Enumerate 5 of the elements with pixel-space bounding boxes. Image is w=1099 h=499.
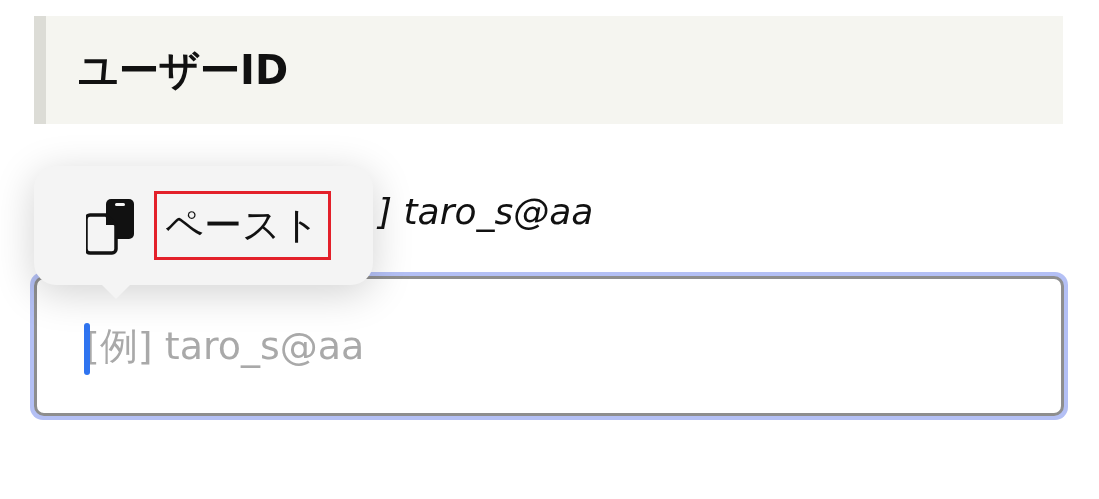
- text-cursor: [84, 323, 90, 375]
- hint-text: ] taro_s@aa: [378, 194, 594, 230]
- section-heading: ユーザーID: [34, 16, 1063, 124]
- paste-icon: [86, 196, 136, 255]
- paste-menu-item[interactable]: ペースト: [154, 191, 331, 260]
